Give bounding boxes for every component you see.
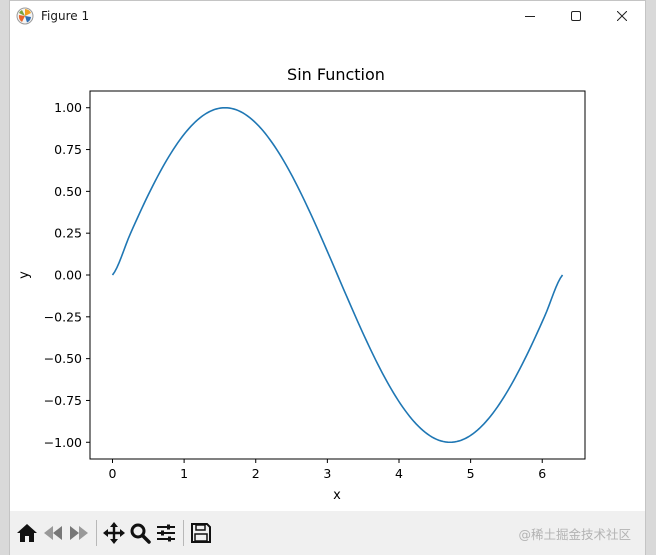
configure-subplots-icon [157, 524, 175, 542]
x-tick-label: 5 [467, 466, 475, 481]
y-tick-label: 0.75 [54, 142, 82, 157]
zoom-icon [130, 523, 151, 544]
forward-button[interactable] [66, 518, 92, 548]
window-controls [507, 1, 645, 31]
y-axis-label: y [17, 271, 32, 279]
x-tick-label: 6 [538, 466, 546, 481]
minimize-button[interactable] [507, 1, 553, 31]
y-tick-label: −0.25 [44, 309, 82, 324]
figure-canvas[interactable]: Sin Function 0 1 2 3 4 5 6 −1.00 −0.75 −0.50 −0.2… [10, 31, 645, 511]
y-tick-label: −0.50 [44, 351, 82, 366]
back-icon [44, 526, 62, 540]
sin-chart: Sin Function 0 1 2 3 4 5 6 −1.00 −0.75 −0.50 −0.2… [17, 65, 586, 503]
x-tick-label: 4 [395, 466, 403, 481]
toolbar-separator [96, 520, 97, 546]
y-tick-label: −1.00 [44, 435, 82, 450]
zoom-button[interactable] [127, 518, 153, 548]
home-button[interactable] [14, 518, 40, 548]
close-icon [617, 11, 627, 21]
y-tick-label: 1.00 [54, 100, 82, 115]
forward-icon [70, 526, 88, 540]
figure-window: Figure 1 Sin Function 0 1 2 3 4 5 6 −1.00 −0.75… [9, 0, 646, 555]
save-icon [191, 523, 211, 543]
save-button[interactable] [188, 518, 214, 548]
x-tick-label: 0 [109, 466, 117, 481]
y-axis-ticks: −1.00 −0.75 −0.50 −0.25 0.00 0.25 0.50 0.75 1.00 [44, 100, 90, 450]
window-title: Figure 1 [41, 9, 90, 23]
close-button[interactable] [599, 1, 645, 31]
x-tick-label: 2 [252, 466, 260, 481]
x-tick-label: 1 [180, 466, 188, 481]
minimize-icon [525, 16, 535, 17]
back-button[interactable] [40, 518, 66, 548]
matplotlib-logo-icon [16, 7, 34, 25]
maximize-button[interactable] [553, 1, 599, 31]
y-tick-label: 0.00 [54, 268, 82, 283]
watermark-text: @稀土掘金技术社区 [518, 527, 631, 542]
y-tick-label: 0.25 [54, 226, 82, 241]
x-axis-label: x [333, 488, 341, 503]
pan-button[interactable] [101, 518, 127, 548]
home-icon [17, 524, 37, 542]
y-tick-label: 0.50 [54, 184, 82, 199]
x-tick-label: 3 [323, 466, 331, 481]
title-bar[interactable]: Figure 1 [10, 1, 645, 31]
x-axis-ticks: 0 1 2 3 4 5 6 [109, 459, 546, 481]
y-tick-label: −0.75 [44, 393, 82, 408]
toolbar-separator [183, 520, 184, 546]
pan-icon [103, 522, 125, 544]
maximize-icon [571, 11, 581, 21]
chart-title: Sin Function [287, 65, 385, 84]
configure-subplots-button[interactable] [153, 518, 179, 548]
